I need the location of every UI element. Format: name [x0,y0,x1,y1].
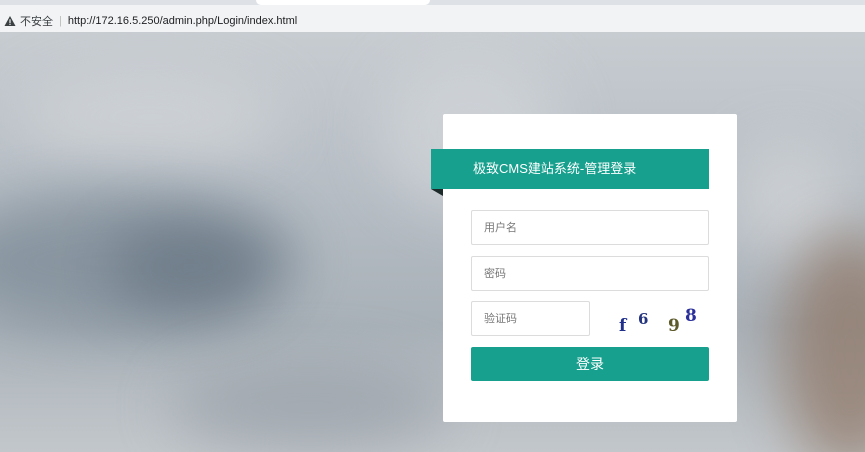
browser-toolbar: 不安全 | http://172.16.5.250/admin.php/Logi… [0,0,865,32]
captcha-char: 6 [638,310,649,328]
password-input[interactable] [471,256,709,291]
login-title: 极致CMS建站系统-管理登录 [431,149,709,189]
background-blur [110,222,270,312]
login-button[interactable]: 登录 [471,347,709,381]
captcha-char: 9 [668,316,680,336]
captcha-input[interactable] [471,301,590,336]
warning-icon[interactable] [4,15,16,27]
ribbon-fold [431,189,443,196]
background-blur [170,362,450,452]
captcha-char: 8 [685,306,697,326]
url-text[interactable]: http://172.16.5.250/admin.php/Login/inde… [68,15,297,27]
captcha-char: f [619,316,627,336]
background-blur [780,232,865,452]
address-bar[interactable]: 不安全 | http://172.16.5.250/admin.php/Logi… [0,10,297,32]
username-input[interactable] [471,210,709,245]
page-background: 极致CMS建站系统-管理登录 f 6 9 8 登录 [0,32,865,452]
active-tab[interactable] [256,0,430,5]
captcha-image[interactable]: f 6 9 8 [615,304,709,336]
address-separator: | [59,15,62,27]
background-blur [20,72,280,162]
login-card: 极致CMS建站系统-管理登录 f 6 9 8 登录 [431,114,737,422]
security-status-label[interactable]: 不安全 [20,13,53,29]
